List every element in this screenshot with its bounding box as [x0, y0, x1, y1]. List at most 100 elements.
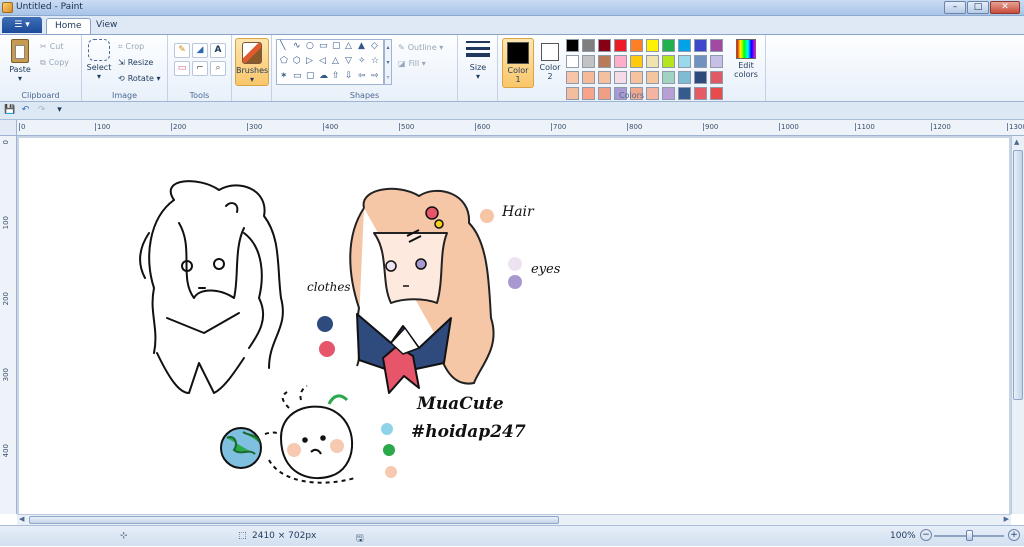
line-size-icon [466, 39, 490, 61]
scroll-left-icon[interactable]: ◀ [19, 515, 24, 523]
palette-swatch[interactable] [694, 71, 707, 84]
brushes-button[interactable]: Brushes ▾ [235, 38, 269, 86]
palette-swatch[interactable] [614, 55, 627, 68]
shape-option[interactable]: △ [332, 56, 339, 66]
palette-swatch[interactable] [710, 39, 723, 52]
fill-bucket-icon[interactable]: ◢ [192, 43, 208, 58]
maximize-button[interactable]: □ [967, 1, 989, 14]
color2-button[interactable]: Color 2 [536, 38, 564, 88]
size-button[interactable]: Size ▾ [462, 39, 494, 81]
select-button[interactable]: Select ▾ [84, 39, 114, 81]
shape-option[interactable]: ⇦ [358, 71, 366, 81]
tab-view[interactable]: View [88, 18, 125, 34]
palette-swatch[interactable] [582, 55, 595, 68]
palette-swatch[interactable] [678, 55, 691, 68]
paint-app-icon[interactable] [2, 2, 13, 13]
save-icon[interactable]: 💾 [4, 105, 15, 116]
shapes-gallery[interactable]: ╲ ∿ ○ ▭ ▢ △ ▲ ◇ ⬠ ⬡ ▷ ◁ △ ▽ ✧ ☆ ✶ ▭ ▢ ☁ ⇧ ⇩ ⇦ ⇨ [276, 39, 384, 85]
close-button[interactable]: ✕ [990, 1, 1020, 14]
palette-swatch[interactable] [566, 55, 579, 68]
palette-swatch[interactable] [646, 39, 659, 52]
color1-button[interactable]: Color 1 [502, 38, 534, 88]
vertical-scroll-thumb[interactable] [1013, 150, 1023, 400]
rotate-button[interactable]: ⟲ Rotate ▾ [118, 72, 160, 85]
shape-option[interactable]: ▲ [358, 41, 365, 51]
shape-option[interactable]: ▷ [306, 56, 313, 66]
shape-option[interactable]: ◇ [371, 41, 378, 51]
cut-button[interactable]: ✂ Cut [40, 40, 64, 53]
palette-swatch[interactable] [582, 39, 595, 52]
shape-option[interactable]: ☆ [371, 56, 379, 66]
shape-option[interactable]: ✶ [280, 71, 288, 81]
palette-swatch[interactable] [694, 39, 707, 52]
crop-button[interactable]: ⌗ Crop [118, 40, 144, 53]
palette-swatch[interactable] [630, 71, 643, 84]
palette-swatch[interactable] [598, 71, 611, 84]
shape-option[interactable]: ▢ [306, 71, 315, 81]
text-tool-icon[interactable]: A [210, 43, 226, 58]
palette-swatch[interactable] [630, 39, 643, 52]
shape-option[interactable]: ▭ [319, 41, 328, 51]
redo-icon[interactable]: ↷ [36, 105, 47, 116]
scroll-right-icon[interactable]: ▶ [1004, 515, 1009, 523]
magnifier-icon[interactable]: ⌕ [210, 61, 226, 76]
palette-swatch[interactable] [710, 55, 723, 68]
customize-toolbar-icon[interactable]: ▾ [54, 105, 65, 116]
palette-swatch[interactable] [678, 71, 691, 84]
paste-button[interactable]: Paste ▾ [4, 39, 36, 83]
edit-colors-button[interactable]: Edit colors [730, 39, 762, 79]
palette-swatch[interactable] [694, 55, 707, 68]
undo-icon[interactable]: ↶ [20, 105, 31, 116]
shape-option[interactable]: ▽ [345, 56, 352, 66]
shape-option[interactable]: ◁ [319, 56, 326, 66]
shape-option[interactable]: ⬡ [293, 56, 301, 66]
minimize-button[interactable]: – [944, 1, 966, 14]
palette-swatch[interactable] [598, 39, 611, 52]
shape-option[interactable]: ⇧ [332, 71, 340, 81]
palette-swatch[interactable] [662, 71, 675, 84]
vertical-scrollbar[interactable]: ▲ [1011, 136, 1024, 514]
palette-swatch[interactable] [566, 39, 579, 52]
file-menu-button[interactable]: ☰ ▾ [2, 17, 42, 33]
palette-swatch[interactable] [710, 71, 723, 84]
horizontal-scroll-thumb[interactable] [29, 516, 559, 524]
color-picker-icon[interactable]: ⌐ [192, 61, 208, 76]
eraser-icon[interactable]: ▭ [174, 61, 190, 76]
palette-swatch[interactable] [598, 55, 611, 68]
palette-swatch[interactable] [614, 39, 627, 52]
palette-swatch[interactable] [566, 71, 579, 84]
shape-option[interactable]: ▭ [293, 71, 302, 81]
resize-button[interactable]: ⇲ Resize [118, 56, 153, 69]
zoom-slider-knob[interactable] [966, 530, 973, 541]
palette-swatch[interactable] [646, 55, 659, 68]
palette-swatch[interactable] [678, 39, 691, 52]
shape-option[interactable]: ⇩ [345, 71, 353, 81]
zoom-out-button[interactable]: − [920, 529, 932, 541]
shape-option[interactable]: ▢ [332, 41, 341, 51]
palette-swatch[interactable] [582, 71, 595, 84]
zoom-in-button[interactable]: + [1008, 529, 1020, 541]
shape-option[interactable]: ⇨ [371, 71, 379, 81]
shape-option[interactable]: ╲ [280, 41, 285, 51]
shape-option[interactable]: ⬠ [280, 56, 288, 66]
outline-button[interactable]: ✎ Outline ▾ [398, 41, 443, 54]
horizontal-scrollbar[interactable]: ◀ ▶ [17, 514, 1011, 525]
scroll-up-icon[interactable]: ▲ [1014, 138, 1019, 146]
tab-home[interactable]: Home [46, 18, 91, 34]
shape-option[interactable]: ✧ [358, 56, 366, 66]
shape-option[interactable]: ∿ [293, 41, 301, 51]
pencil-icon[interactable]: ✎ [174, 43, 190, 58]
drawing-canvas[interactable]: Hair eyes clothes MuaCute #hoidap247 [19, 138, 1009, 514]
palette-swatch[interactable] [630, 55, 643, 68]
shape-option[interactable]: ☁ [319, 71, 328, 81]
copy-button[interactable]: ⧉ Copy [40, 56, 69, 69]
palette-swatch[interactable] [614, 71, 627, 84]
shape-option[interactable]: △ [345, 41, 352, 51]
fill-button[interactable]: ◪ Fill ▾ [398, 57, 426, 70]
shapes-scroll[interactable]: ▴ ▾ ▿ [384, 39, 392, 85]
palette-swatch[interactable] [662, 55, 675, 68]
palette-swatch[interactable] [646, 71, 659, 84]
ruler-tick-label: 1300 [1007, 123, 1024, 131]
palette-swatch[interactable] [662, 39, 675, 52]
shape-option[interactable]: ○ [306, 41, 314, 51]
